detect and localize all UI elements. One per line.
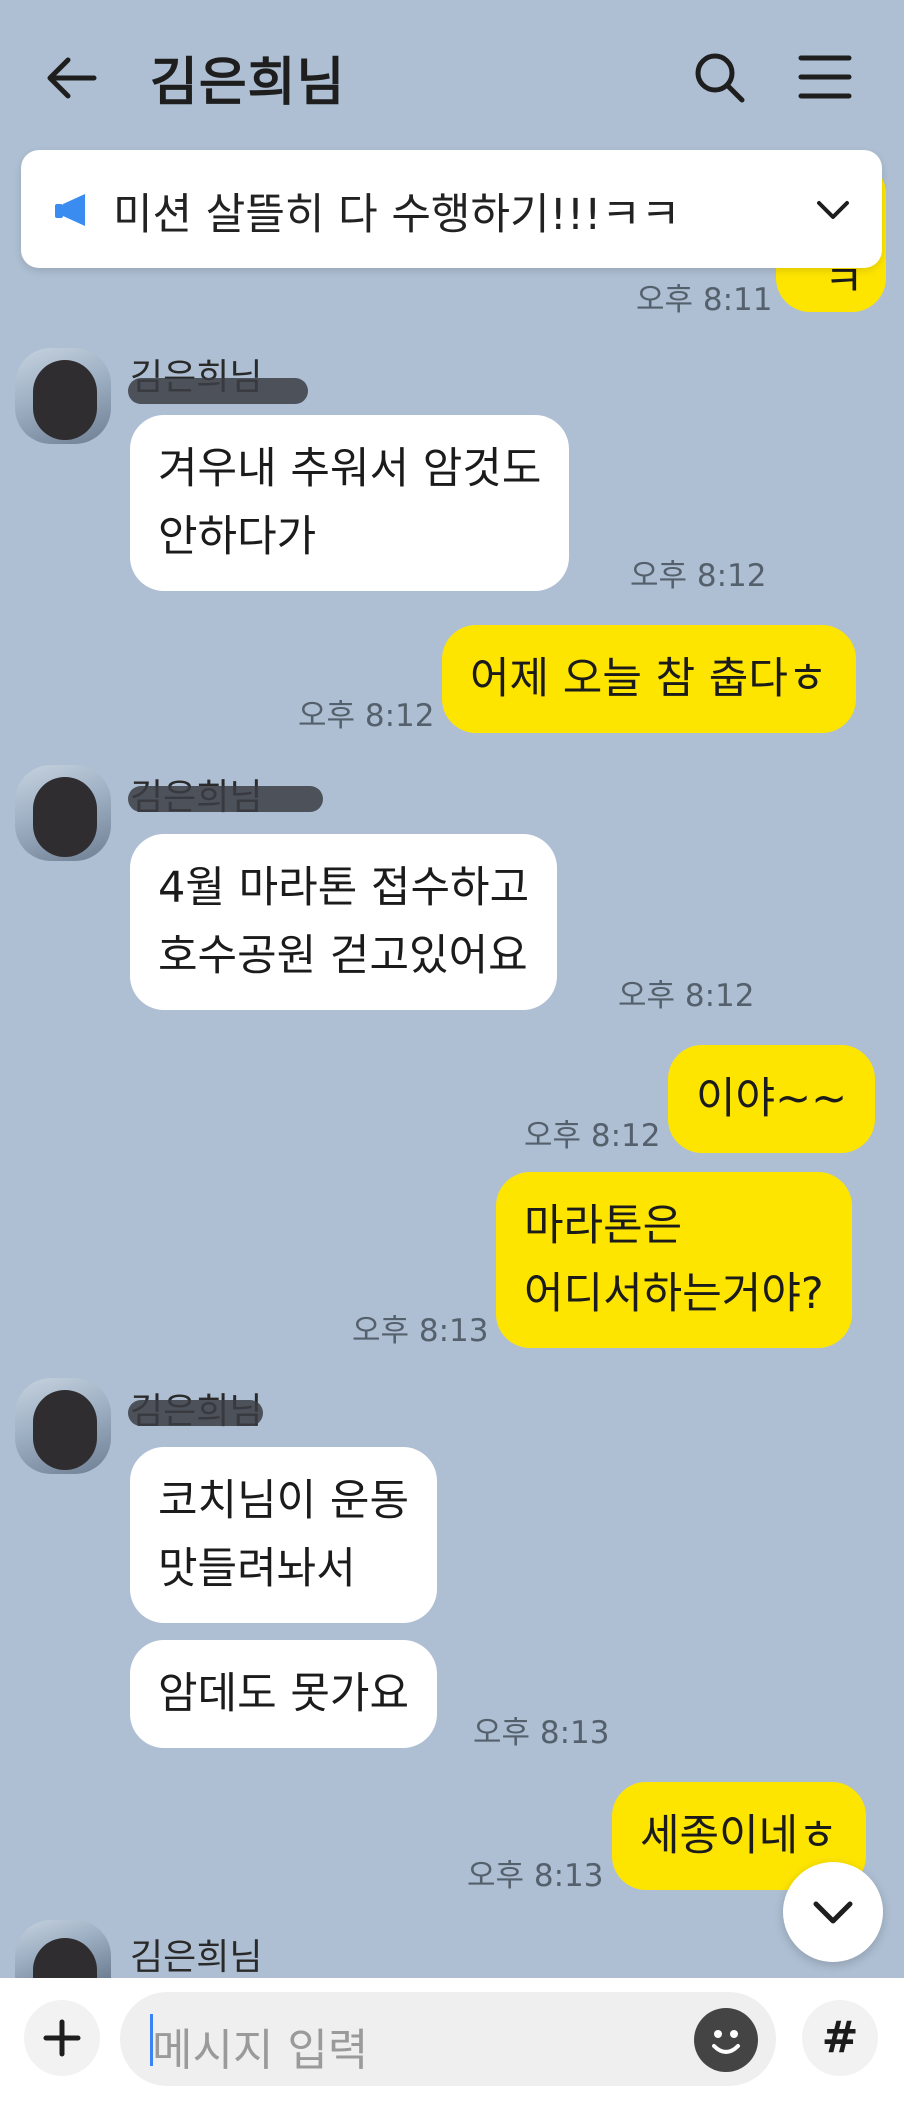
message-time: 오후 8:12 xyxy=(618,978,755,1014)
hashtag-button[interactable]: # xyxy=(802,2000,878,2076)
chat-title: 김은희님 xyxy=(150,53,346,113)
avatar[interactable] xyxy=(15,1920,111,1978)
message-time: 오후 8:12 xyxy=(298,698,435,734)
message-bubble-theirs[interactable]: 암데도 못가요 xyxy=(130,1640,438,1748)
message-time: 오후 8:13 xyxy=(352,1313,489,1349)
avatar[interactable] xyxy=(15,348,111,444)
message-time: 오후 8:13 xyxy=(473,1715,610,1751)
message-bubble-mine[interactable]: 어제 오늘 참 춥다ㅎ xyxy=(442,625,856,733)
avatar[interactable] xyxy=(15,1378,111,1474)
message-bubble-theirs[interactable]: 코치님이 운동 맛들려놔서 xyxy=(130,1447,438,1623)
chevron-down-icon xyxy=(813,1901,853,1924)
message-bubble-theirs[interactable]: 겨우내 추워서 암것도 안하다가 xyxy=(130,415,570,591)
sender-name: 김은희님 xyxy=(130,1937,263,1978)
message-input-bar: 메시지 입력 # xyxy=(0,1978,904,2105)
emoji-icon[interactable] xyxy=(694,2008,758,2072)
arrow-left-icon[interactable] xyxy=(42,48,102,108)
message-time: 오후 8:11 xyxy=(636,282,773,318)
plus-icon xyxy=(43,2019,81,2057)
search-icon[interactable] xyxy=(690,48,750,108)
plus-button[interactable] xyxy=(24,2000,100,2076)
message-time: 오후 8:13 xyxy=(467,1858,604,1894)
redaction-scribble xyxy=(128,1400,263,1426)
pinned-notice[interactable]: 미션 살뜰히 다 수행하기!!!ㅋㅋ xyxy=(21,150,882,268)
scroll-down-button[interactable] xyxy=(783,1862,883,1962)
message-bubble-theirs[interactable]: 4월 마라톤 접수하고 호수공원 걷고있어요 xyxy=(130,834,558,1010)
message-time: 오후 8:12 xyxy=(524,1118,661,1154)
avatar[interactable] xyxy=(15,765,111,861)
redaction-scribble xyxy=(128,786,323,812)
chat-header: 김은희님 xyxy=(0,0,904,150)
hamburger-menu-icon[interactable] xyxy=(795,50,855,104)
message-bubble-mine[interactable]: 이야~~ xyxy=(668,1045,876,1153)
message-input[interactable]: 메시지 입력 xyxy=(120,1992,776,2086)
message-time: 오후 8:12 xyxy=(630,558,767,594)
redaction-scribble xyxy=(128,378,308,404)
chevron-down-icon[interactable] xyxy=(811,188,855,232)
megaphone-icon xyxy=(51,188,95,232)
message-bubble-mine[interactable]: 마라톤은 어디서하는거야? xyxy=(496,1172,852,1348)
notice-text: 미션 살뜰히 다 수행하기!!!ㅋㅋ xyxy=(113,190,681,240)
input-placeholder: 메시지 입력 xyxy=(152,2025,369,2076)
